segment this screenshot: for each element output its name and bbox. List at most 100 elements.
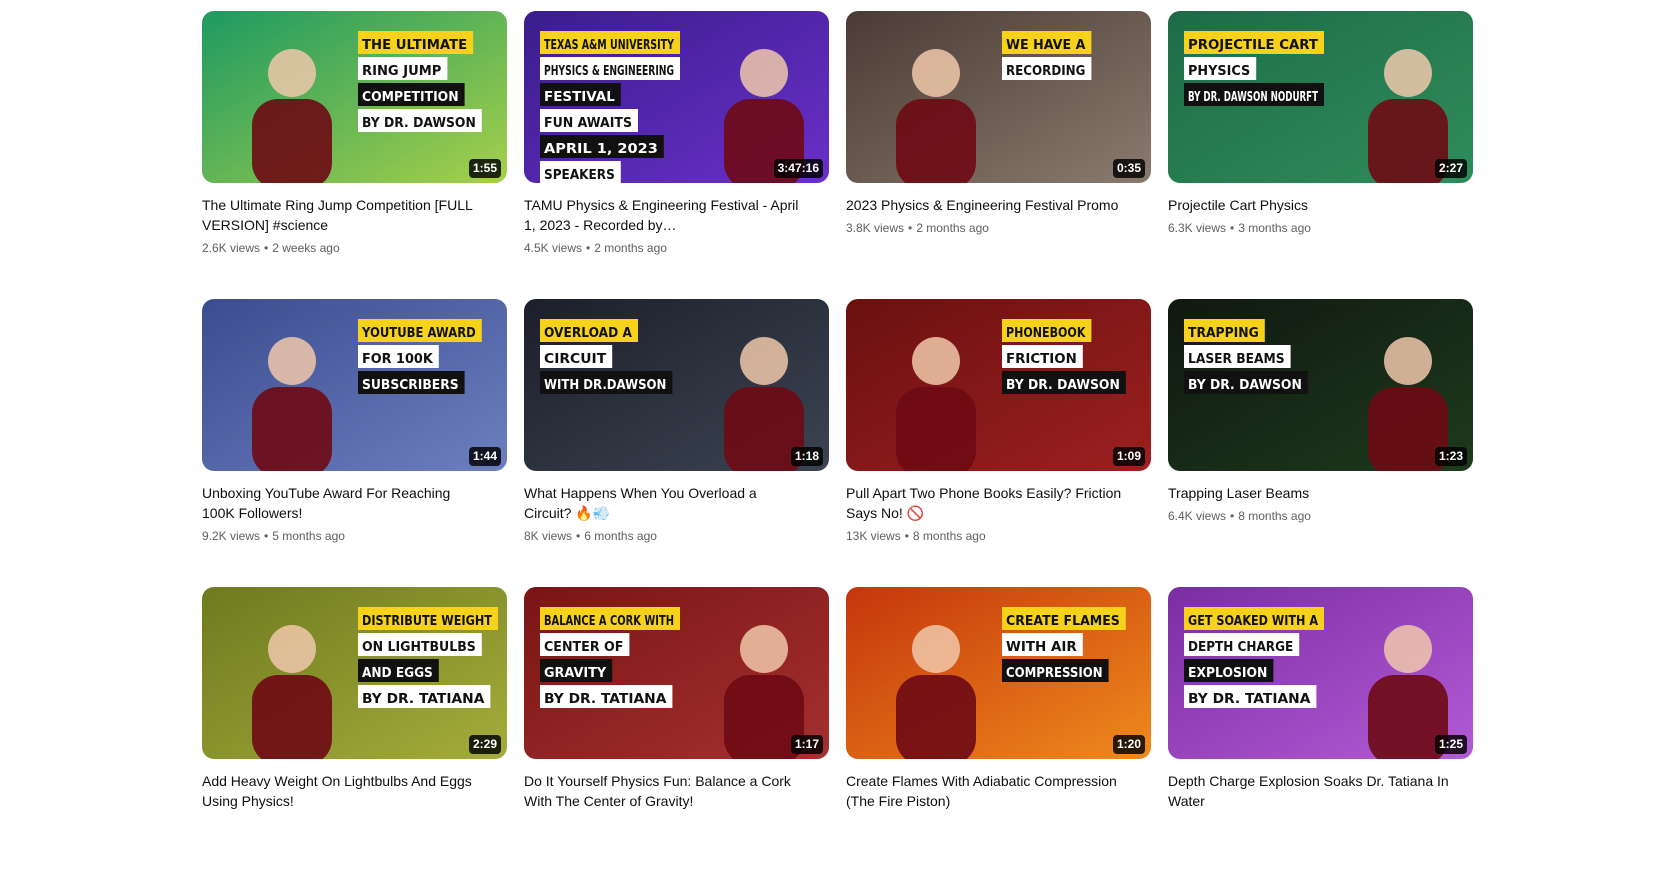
video-card[interactable]: PROJECTILE CART PHYSICS BY DR. DAWSON NODU… xyxy=(1168,11,1473,299)
video-title[interactable]: Pull Apart Two Phone Books Easily? Frict… xyxy=(846,483,1151,523)
video-meta: 6.4K views • 8 months ago xyxy=(1168,507,1473,525)
video-meta: 2.6K views • 2 weeks ago xyxy=(202,239,507,257)
meta-separator: • xyxy=(1230,221,1235,235)
video-meta: 9.2K views • 5 months ago xyxy=(202,527,507,545)
thumbnail-headline: FOR 100K xyxy=(362,352,434,367)
thumbnail-headline: YOUTUBE AWARD xyxy=(361,326,476,341)
video-thumbnail[interactable]: WE HAVE A RECORDING 0:35 xyxy=(846,11,1151,183)
thumbnail-headline: BY DR. DAWSON xyxy=(362,116,476,131)
view-count: 4.5K views xyxy=(524,241,583,255)
video-thumbnail[interactable]: DISTRIBUTE WEIGHT ON LIGHTBULBS AND EGGS BY… xyxy=(202,587,507,759)
thumbnail-art: DISTRIBUTE WEIGHT ON LIGHTBULBS AND EGGS BY… xyxy=(202,587,507,759)
video-card[interactable]: WE HAVE A RECORDING 0:35 2023 Physics & E… xyxy=(846,11,1151,299)
video-card[interactable]: GET SOAKED WITH A DEPTH CHARGE EXPLOSION BY… xyxy=(1168,587,1473,875)
presenter-head xyxy=(740,49,788,97)
video-thumbnail[interactable]: YOUTUBE AWARD FOR 100K SUBSCRIBERS 1:44 xyxy=(202,299,507,471)
video-thumbnail[interactable]: THE ULTIMATE RING JUMP COMPETITION BY DR. D… xyxy=(202,11,507,183)
upload-age: 8 months ago xyxy=(1238,509,1311,523)
video-title[interactable]: The Ultimate Ring Jump Competition [FULL… xyxy=(202,195,507,235)
video-title[interactable]: Projectile Cart Physics xyxy=(1168,195,1473,215)
video-title[interactable]: TAMU Physics & Engineering Festival - Ap… xyxy=(524,195,829,235)
video-thumbnail[interactable]: PHONEBOOK FRICTION BY DR. DAWSON 1:09 xyxy=(846,299,1151,471)
thumbnail-headline: COMPETITION xyxy=(362,90,459,105)
video-card[interactable]: DISTRIBUTE WEIGHT ON LIGHTBULBS AND EGGS BY… xyxy=(202,587,507,875)
video-card[interactable]: PHONEBOOK FRICTION BY DR. DAWSON 1:09 Pull… xyxy=(846,299,1151,587)
presenter-head xyxy=(268,625,316,673)
presenter-body xyxy=(252,387,332,471)
thumbnail-art: TEXAS A&M UNIVERSITY PHYSICS & ENGINEERIN… xyxy=(524,11,829,183)
thumbnail-headline: FESTIVAL xyxy=(544,90,615,105)
video-card[interactable]: CREATE FLAMES WITH AIR COMPRESSION 1:20 Cr… xyxy=(846,587,1151,875)
video-card[interactable]: TRAPPING LASER BEAMS BY DR. DAWSON 1:23 Tr… xyxy=(1168,299,1473,587)
video-card[interactable]: TEXAS A&M UNIVERSITY PHYSICS & ENGINEERIN… xyxy=(524,11,829,299)
upload-age: 2 weeks ago xyxy=(272,241,340,255)
thumbnail-headline: WITH DR.DAWSON xyxy=(544,378,666,393)
video-title[interactable]: Do It Yourself Physics Fun: Balance a Co… xyxy=(524,771,829,811)
thumbnail-headline: ON LIGHTBULBS xyxy=(362,640,476,655)
thumbnail-headline: DISTRIBUTE WEIGHT xyxy=(362,614,492,629)
video-card[interactable]: THE ULTIMATE RING JUMP COMPETITION BY DR. D… xyxy=(202,11,507,299)
thumbnail-art: WE HAVE A RECORDING xyxy=(846,11,1151,183)
thumbnail-headline: RING JUMP xyxy=(362,64,441,79)
thumbnail-headline: GET SOAKED WITH A xyxy=(1188,614,1318,629)
video-title[interactable]: Trapping Laser Beams xyxy=(1168,483,1473,503)
thumbnail-headline: TRAPPING xyxy=(1188,326,1259,341)
upload-age: 5 months ago xyxy=(272,529,345,543)
video-thumbnail[interactable]: BALANCE A CORK WITH CENTER OF GRAVITY BY DR… xyxy=(524,587,829,759)
presenter-head xyxy=(912,625,960,673)
video-meta: 13K views • 8 months ago xyxy=(846,527,1151,545)
upload-age: 2 months ago xyxy=(594,241,667,255)
presenter-head xyxy=(1384,337,1432,385)
video-card[interactable]: BALANCE A CORK WITH CENTER OF GRAVITY BY DR… xyxy=(524,587,829,875)
thumbnail-headline: EXPLOSION xyxy=(1188,666,1267,681)
video-duration: 3:47:16 xyxy=(773,159,823,178)
thumbnail-headline: PHYSICS xyxy=(1188,64,1250,79)
thumbnail-headline: FRICTION xyxy=(1006,352,1077,367)
meta-separator: • xyxy=(576,529,581,543)
meta-separator: • xyxy=(904,529,909,543)
thumbnail-art: OVERLOAD A CIRCUIT WITH DR.DAWSON xyxy=(524,299,829,471)
thumbnail-headline: BY DR. DAWSON NODURFT xyxy=(1188,90,1318,105)
video-title[interactable]: What Happens When You Overload a Circuit… xyxy=(524,483,829,523)
thumbnail-art: PHONEBOOK FRICTION BY DR. DAWSON xyxy=(846,299,1151,471)
video-title[interactable]: Depth Charge Explosion Soaks Dr. Tatiana… xyxy=(1168,771,1473,811)
video-thumbnail[interactable]: PROJECTILE CART PHYSICS BY DR. DAWSON NODU… xyxy=(1168,11,1473,183)
video-duration: 0:35 xyxy=(1112,159,1145,178)
video-card[interactable]: YOUTUBE AWARD FOR 100K SUBSCRIBERS 1:44 Un… xyxy=(202,299,507,587)
video-title[interactable]: Unboxing YouTube Award For Reaching 100K… xyxy=(202,483,507,523)
presenter-head xyxy=(912,49,960,97)
video-duration: 1:09 xyxy=(1112,447,1145,466)
video-title[interactable]: Create Flames With Adiabatic Compression… xyxy=(846,771,1151,811)
meta-separator: • xyxy=(264,529,269,543)
thumbnail-headline: CENTER OF xyxy=(544,640,623,655)
video-duration: 2:29 xyxy=(468,735,501,754)
video-duration: 1:18 xyxy=(790,447,823,466)
video-duration: 1:20 xyxy=(1112,735,1145,754)
thumbnail-headline: GRAVITY xyxy=(544,666,607,681)
presenter-head xyxy=(1384,625,1432,673)
thumbnail-headline: BY DR. TATIANA xyxy=(1188,692,1310,707)
upload-age: 8 months ago xyxy=(912,529,986,543)
video-title[interactable]: Add Heavy Weight On Lightbulbs And Eggs … xyxy=(202,771,507,811)
thumbnail-headline: APRIL 1, 2023 xyxy=(544,142,658,157)
meta-separator: • xyxy=(264,241,269,255)
video-thumbnail[interactable]: TEXAS A&M UNIVERSITY PHYSICS & ENGINEERIN… xyxy=(524,11,829,183)
thumbnail-headline: PHONEBOOK xyxy=(1006,326,1086,341)
view-count: 3.8K views xyxy=(846,221,905,235)
view-count: 2.6K views xyxy=(202,241,261,255)
video-meta: 8K views • 6 months ago xyxy=(524,527,829,545)
thumbnail-headline: WE HAVE A xyxy=(1006,38,1085,53)
thumbnail-headline: BY DR. TATIANA xyxy=(362,692,484,707)
video-thumbnail[interactable]: OVERLOAD A CIRCUIT WITH DR.DAWSON 1:18 xyxy=(524,299,829,471)
thumbnail-headline: AND EGGS xyxy=(362,666,433,681)
thumbnail-headline: SPEAKERS xyxy=(544,168,615,183)
video-title[interactable]: 2023 Physics & Engineering Festival Prom… xyxy=(846,195,1151,215)
thumbnail-headline: LASER BEAMS xyxy=(1188,352,1285,367)
video-card[interactable]: OVERLOAD A CIRCUIT WITH DR.DAWSON 1:18 Wha… xyxy=(524,299,829,587)
presenter-head xyxy=(740,337,788,385)
thumbnail-headline: COMPRESSION xyxy=(1006,666,1103,681)
video-thumbnail[interactable]: CREATE FLAMES WITH AIR COMPRESSION 1:20 xyxy=(846,587,1151,759)
video-thumbnail[interactable]: TRAPPING LASER BEAMS BY DR. DAWSON 1:23 xyxy=(1168,299,1473,471)
video-thumbnail[interactable]: GET SOAKED WITH A DEPTH CHARGE EXPLOSION BY… xyxy=(1168,587,1473,759)
thumbnail-headline: BY DR. TATIANA xyxy=(544,692,666,707)
